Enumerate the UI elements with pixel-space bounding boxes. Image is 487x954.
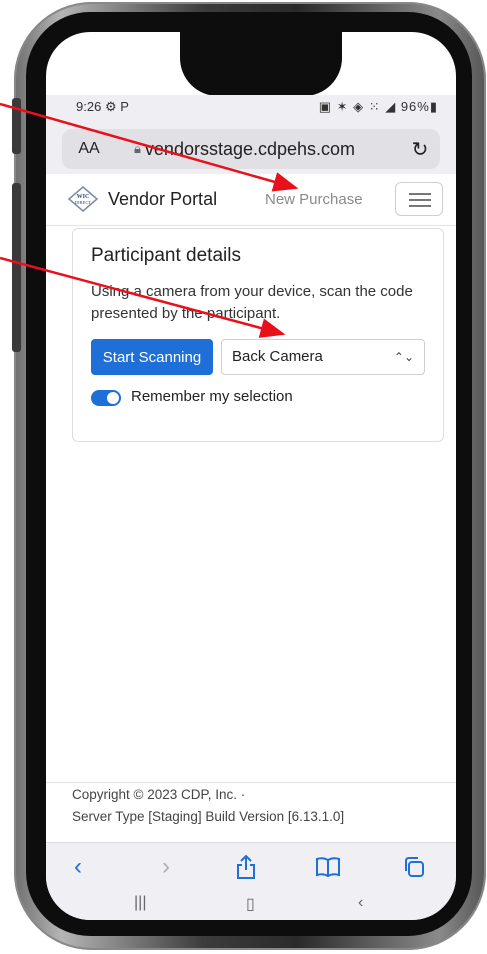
url-field[interactable]: AA 🔒︎ vendorsstage.cdpehs.com ↻ [62, 129, 440, 169]
start-scanning-button[interactable]: Start Scanning [91, 339, 213, 375]
phone-side-button [12, 183, 21, 271]
text-size-button[interactable]: AA [62, 140, 116, 158]
share-icon[interactable] [226, 849, 266, 885]
toggle-knob [107, 392, 119, 404]
participant-details-card: Participant details Using a camera from … [72, 228, 444, 442]
phone-side-button [12, 264, 21, 352]
card-description: Using a camera from your device, scan th… [91, 283, 413, 322]
new-purchase-link[interactable]: New Purchase [265, 191, 363, 208]
copyright-text: Copyright © 2023 CDP, Inc. · [72, 787, 246, 802]
recent-apps-icon[interactable]: ||| [134, 894, 146, 912]
camera-select[interactable]: Back Camera ⌃⌄ [221, 339, 425, 375]
card-title: Participant details [91, 245, 241, 266]
back-icon[interactable]: ‹ [58, 849, 98, 885]
tabs-icon[interactable] [394, 849, 434, 885]
status-time: 9:26 ⚙ P [76, 99, 129, 114]
remember-selection-label[interactable]: Remember my selection [131, 388, 293, 405]
reload-icon[interactable]: ↻ [400, 137, 440, 162]
build-version-text: Server Type [Staging] Build Version [6.1… [72, 809, 345, 824]
url-text[interactable]: vendorsstage.cdpehs.com [145, 139, 400, 160]
phone-notch [180, 32, 342, 96]
hamburger-icon [409, 199, 431, 201]
status-bar: 9:26 ⚙ P ▣ ✶ ◈ ⁙ ◢ 96%▮ [46, 95, 456, 121]
lock-icon: 🔒︎ [134, 141, 141, 156]
android-back-icon[interactable]: ‹ [358, 894, 363, 912]
hamburger-icon [409, 205, 431, 207]
svg-text:DIRECT: DIRECT [75, 200, 92, 205]
footer: Copyright © 2023 CDP, Inc. · Server Type… [46, 782, 456, 834]
wic-direct-logo[interactable]: WIC DIRECT [68, 186, 98, 212]
bookmarks-icon[interactable] [308, 849, 348, 885]
home-icon[interactable]: ▯ [246, 894, 255, 914]
android-nav-bar: ||| ▯ ‹ [46, 892, 456, 920]
navbar: WIC DIRECT Vendor Portal New Purchase [46, 174, 456, 226]
hamburger-icon [409, 193, 431, 195]
brand-name[interactable]: Vendor Portal [108, 189, 217, 210]
chevron-updown-icon: ⌃⌄ [393, 350, 414, 364]
status-icons: ▣ ✶ ◈ ⁙ ◢ 96%▮ [318, 99, 438, 114]
phone-side-button [12, 98, 21, 154]
browser-toolbar: ‹ › [46, 842, 456, 892]
menu-toggle-button[interactable] [395, 182, 443, 216]
forward-icon[interactable]: › [146, 849, 186, 885]
phone-screen: 9:26 ⚙ P ▣ ✶ ◈ ⁙ ◢ 96%▮ AA 🔒︎ vendorssta… [46, 32, 456, 920]
remember-selection-toggle[interactable] [91, 390, 121, 406]
camera-select-value: Back Camera [232, 348, 323, 365]
